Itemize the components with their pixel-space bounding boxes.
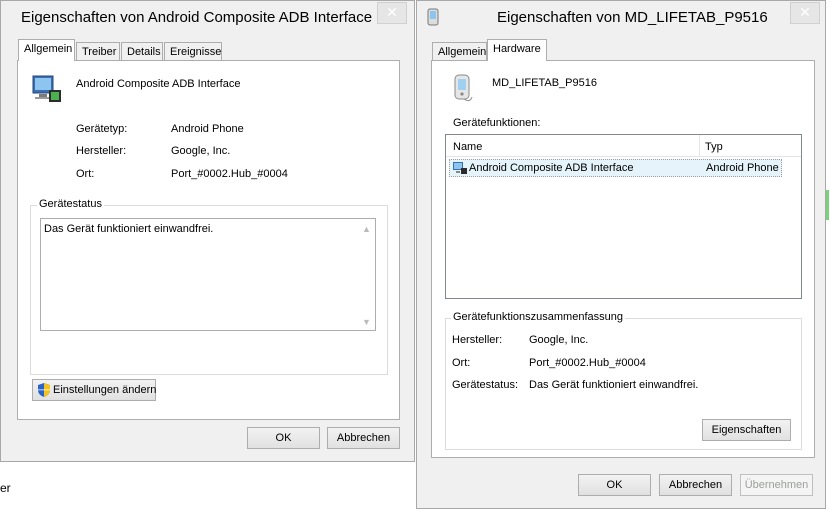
tab-panel: MD_LIFETAB_P9516 Gerätefunktionen: Name … xyxy=(431,60,815,458)
scroll-down-icon[interactable]: ▼ xyxy=(362,317,371,327)
functions-label: Gerätefunktionen: xyxy=(453,117,541,129)
device-name: Android Composite ADB Interface xyxy=(76,78,241,90)
device-icon xyxy=(31,74,63,104)
tab-allgemein[interactable]: Allgemein xyxy=(432,42,487,61)
summary-group-title: Gerätefunktionszusammenfassung xyxy=(451,311,625,323)
change-settings-button[interactable]: Einstellungen ändern xyxy=(32,379,156,401)
tab-hardware[interactable]: Hardware xyxy=(487,39,547,61)
window-device-icon xyxy=(427,8,439,26)
close-icon: ✕ xyxy=(799,4,811,20)
cancel-button[interactable]: Abbrechen xyxy=(659,474,732,496)
functions-list[interactable]: Name Typ Android Composite ADB Interface… xyxy=(445,134,802,299)
shield-icon xyxy=(37,383,51,397)
right-properties-window: Eigenschaften von MD_LIFETAB_P9516 ✕ All… xyxy=(416,0,826,509)
change-settings-label: Einstellungen ändern xyxy=(53,384,157,396)
prop-label: Ort: xyxy=(76,168,95,180)
status-scrollbar[interactable]: ▲ ▼ xyxy=(359,219,375,330)
window-title: Eigenschaften von Android Composite ADB … xyxy=(21,9,373,26)
row-type: Android Phone xyxy=(706,162,779,174)
tablet-icon xyxy=(452,73,476,105)
device-name: MD_LIFETAB_P9516 xyxy=(492,77,597,89)
close-button[interactable]: ✕ xyxy=(790,2,820,24)
summary-value: Das Gerät funktioniert einwandfrei. xyxy=(529,379,699,391)
close-button[interactable]: ✕ xyxy=(377,2,407,24)
apply-button[interactable]: Übernehmen xyxy=(740,474,813,496)
prop-label: Gerätetyp: xyxy=(76,123,128,135)
close-icon: ✕ xyxy=(386,4,398,20)
tab-panel: Android Composite ADB Interface Gerätety… xyxy=(17,60,400,420)
cancel-button[interactable]: Abbrechen xyxy=(327,427,400,449)
left-properties-window: Eigenschaften von Android Composite ADB … xyxy=(0,0,415,462)
tab-ereignisse[interactable]: Ereignisse xyxy=(164,42,222,61)
summary-label: Hersteller: xyxy=(452,334,503,346)
tab-treiber[interactable]: Treiber xyxy=(76,42,120,61)
list-header xyxy=(446,135,801,157)
prop-value: Android Phone xyxy=(171,123,244,135)
row-name: Android Composite ADB Interface xyxy=(469,162,634,174)
summary-value: Google, Inc. xyxy=(529,334,589,346)
prop-label: Hersteller: xyxy=(76,145,127,157)
summary-value: Port_#0002.Hub_#0004 xyxy=(529,357,646,369)
status-textbox[interactable]: Das Gerät funktioniert einwandfrei. ▲ ▼ xyxy=(40,218,376,331)
window-title: Eigenschaften von MD_LIFETAB_P9516 xyxy=(497,9,768,26)
ok-button[interactable]: OK xyxy=(578,474,651,496)
prop-value: Google, Inc. xyxy=(171,145,231,157)
background-text: er xyxy=(0,481,11,495)
ok-button[interactable]: OK xyxy=(247,427,320,449)
status-group-title: Gerätestatus xyxy=(37,198,104,210)
summary-label: Gerätestatus: xyxy=(452,379,519,391)
prop-value: Port_#0002.Hub_#0004 xyxy=(171,168,288,180)
table-row[interactable]: Android Composite ADB Interface Android … xyxy=(449,159,782,177)
tab-allgemein[interactable]: Allgemein xyxy=(18,39,75,61)
background-green-strip xyxy=(826,190,829,220)
column-divider[interactable] xyxy=(699,135,700,156)
device-icon xyxy=(452,161,468,175)
tab-details[interactable]: Details xyxy=(121,42,163,61)
column-header-typ[interactable]: Typ xyxy=(705,141,723,153)
column-header-name[interactable]: Name xyxy=(453,141,482,153)
scroll-up-icon[interactable]: ▲ xyxy=(362,224,371,234)
status-text: Das Gerät funktioniert einwandfrei. xyxy=(44,223,214,235)
summary-label: Ort: xyxy=(452,357,471,369)
properties-button[interactable]: Eigenschaften xyxy=(702,419,791,441)
